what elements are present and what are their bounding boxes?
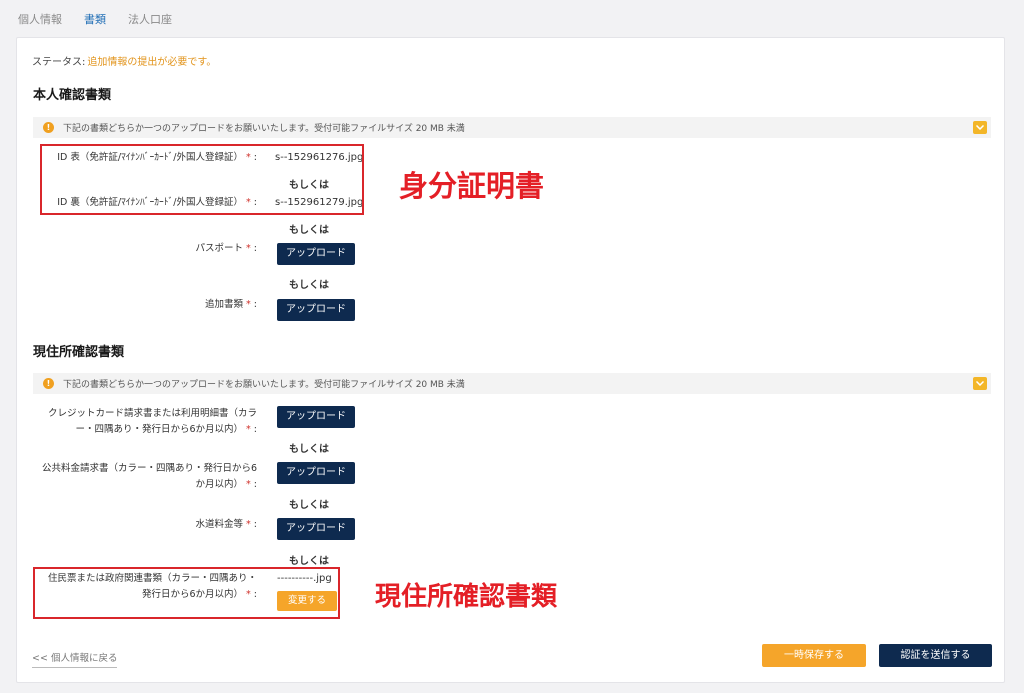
address-annotation: 現住所確認書類 — [375, 582, 558, 612]
identity-highlight-box — [40, 144, 364, 215]
address-highlight-box — [33, 567, 340, 619]
submit-verification-button[interactable]: 認証を送信する — [879, 644, 992, 667]
credit-card-statement-label: クレジットカード請求書または利用明細書（カラ ー・四隅あり・発行日から6か月以内… — [47, 408, 257, 435]
additional-docs-upload-button[interactable]: アップロード — [277, 299, 355, 321]
passport-upload-button[interactable]: アップロード — [277, 243, 355, 265]
tab-corporate-account[interactable]: 法人口座 — [128, 11, 172, 27]
tab-documents[interactable]: 書類 — [84, 11, 106, 27]
info-icon: ! — [43, 122, 54, 133]
address-section-title: 現住所確認書類 — [33, 345, 125, 360]
additional-docs-label: 追加書類 * : — [204, 299, 257, 310]
passport-label: パスポート * : — [195, 243, 257, 254]
utility-bill-upload-button[interactable]: アップロード — [277, 462, 355, 484]
identity-notice: ! 下記の書類どちらか一つのアップロードをお願いいたします。受付可能ファイルサイ… — [33, 117, 991, 138]
or-separator: もしくは — [289, 225, 329, 236]
or-separator: もしくは — [289, 444, 329, 455]
identity-notice-text: 下記の書類どちらか一つのアップロードをお願いいたします。受付可能ファイルサイズ … — [63, 124, 465, 134]
save-draft-button[interactable]: 一時保存する — [762, 644, 866, 667]
or-separator: もしくは — [289, 500, 329, 511]
or-separator: もしくは — [289, 556, 329, 567]
status-line: ステータス: 追加情報の提出が必要です。 — [32, 53, 216, 68]
documents-card: ステータス: 追加情報の提出が必要です。 本人確認書類 ! 下記の書類どちらか一つ… — [16, 37, 1005, 683]
or-separator: もしくは — [289, 280, 329, 291]
status-value: 追加情報の提出が必要です。 — [87, 57, 217, 68]
status-label: ステータス: — [32, 57, 86, 68]
chevron-down-icon[interactable] — [973, 121, 987, 134]
info-icon: ! — [43, 378, 54, 389]
chevron-down-icon[interactable] — [973, 377, 987, 390]
tab-personal-info[interactable]: 個人情報 — [18, 11, 62, 27]
address-notice: ! 下記の書類どちらか一つのアップロードをお願いいたします。受付可能ファイルサイ… — [33, 373, 991, 394]
identity-section-title: 本人確認書類 — [33, 88, 112, 103]
water-bill-upload-button[interactable]: アップロード — [277, 518, 355, 540]
water-bill-label: 水道料金等 * : — [195, 519, 257, 530]
address-notice-text: 下記の書類どちらか一つのアップロードをお願いいたします。受付可能ファイルサイズ … — [63, 380, 465, 390]
credit-card-upload-button[interactable]: アップロード — [277, 406, 355, 428]
back-to-personal-info-link[interactable]: << 個人情報に戻る — [32, 650, 118, 668]
identity-annotation: 身分証明書 — [399, 169, 545, 203]
utility-bill-label: 公共料金請求書（カラー・四隅あり・発行日から6 か月以内） * : — [41, 463, 257, 490]
